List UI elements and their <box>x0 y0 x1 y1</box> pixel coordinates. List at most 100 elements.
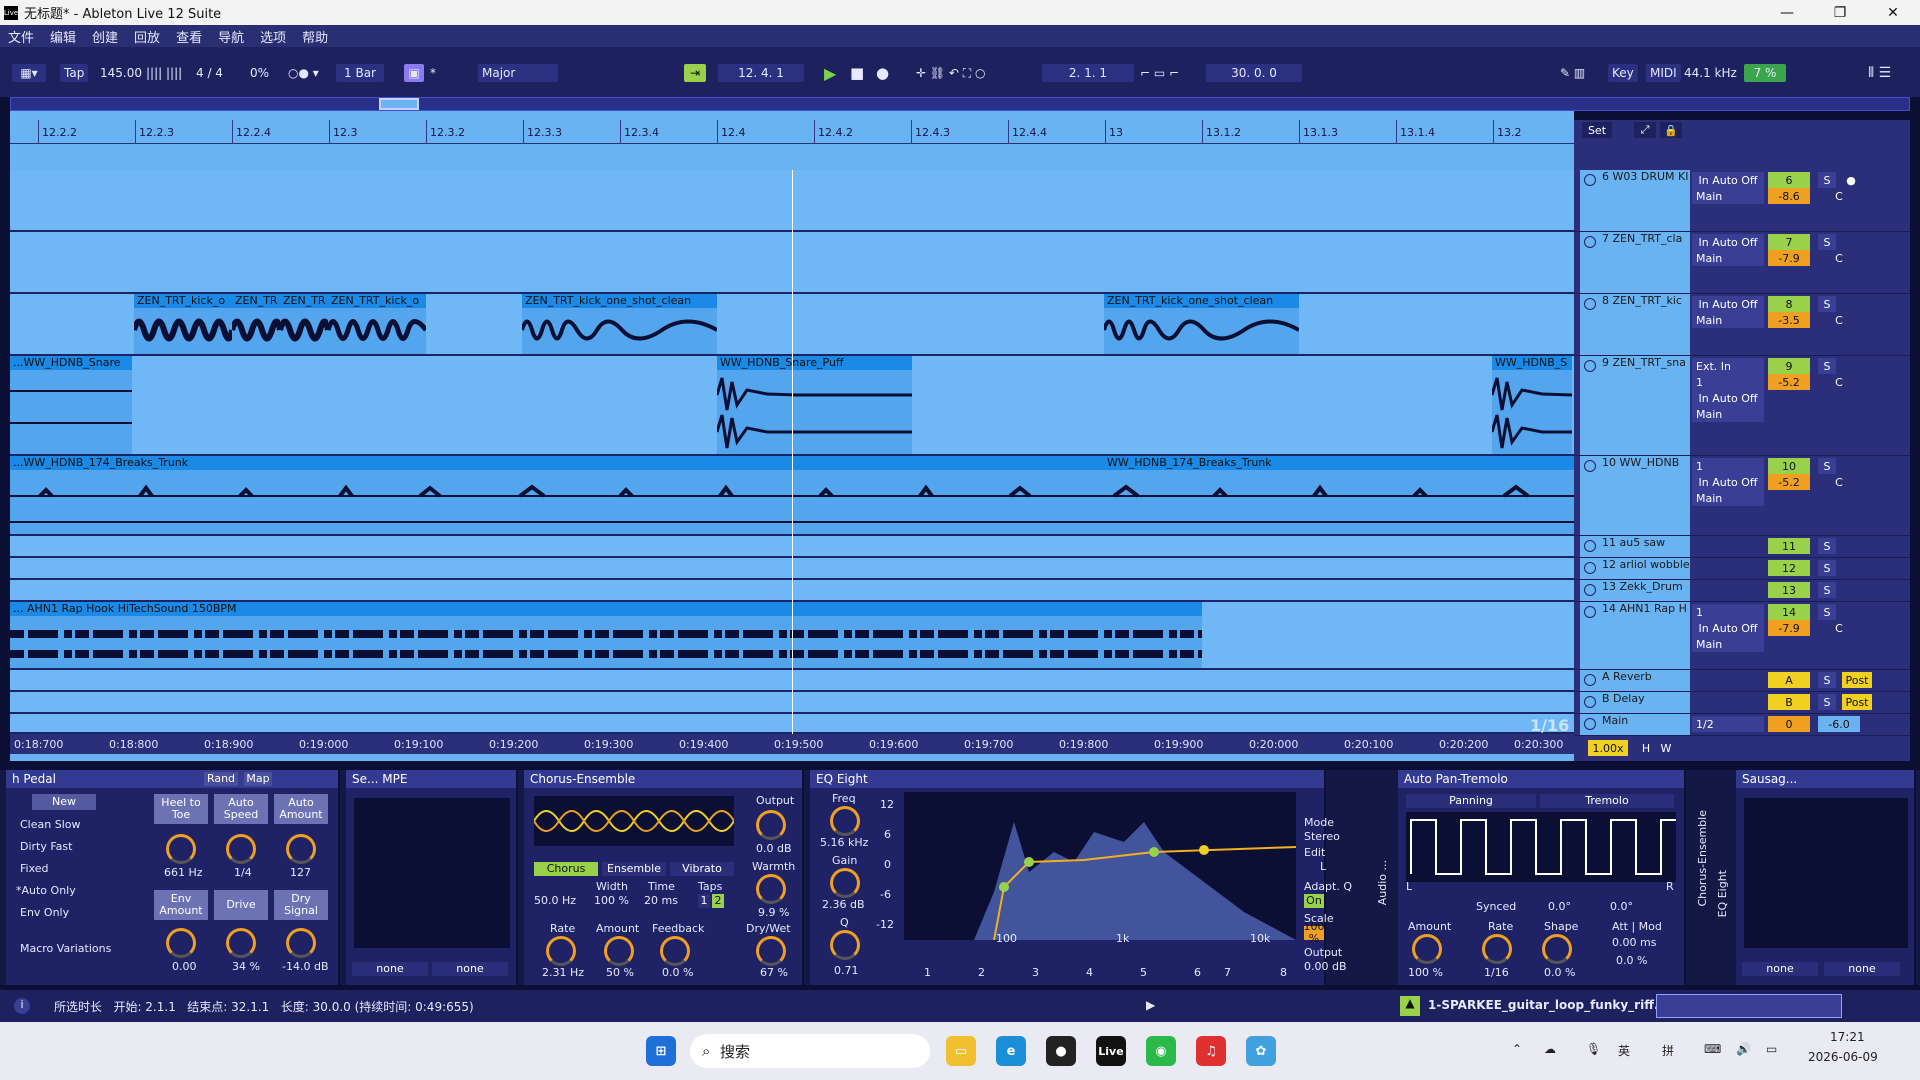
track-activator[interactable]: 10 <box>1768 458 1810 474</box>
fold-icon[interactable] <box>1584 562 1596 574</box>
key-map-button[interactable]: Key <box>1608 64 1638 82</box>
metronome-icon[interactable]: ○● ▾ <box>288 64 319 82</box>
main-volume-field[interactable]: -6.0 <box>1818 716 1860 732</box>
solo-button[interactable]: S <box>1818 604 1836 620</box>
info-icon[interactable]: i <box>14 998 30 1014</box>
tremolo-tab[interactable]: Tremolo <box>1540 794 1674 808</box>
output-select[interactable]: Main <box>1692 636 1764 652</box>
input-channel-select[interactable]: 1 <box>1692 374 1764 390</box>
track-header[interactable]: B Delay <box>1580 692 1690 713</box>
solo-button[interactable]: S <box>1818 538 1836 554</box>
mode-select[interactable]: Stereo <box>1304 830 1340 843</box>
expand-icon[interactable]: ⤢ <box>1634 122 1656 138</box>
att-value[interactable]: 0.00 ms <box>1612 936 1656 949</box>
menu-create[interactable]: 创建 <box>84 27 126 46</box>
output-select[interactable]: 1/2 <box>1692 716 1764 732</box>
h-button[interactable]: H <box>1638 740 1654 756</box>
fold-icon[interactable] <box>1584 360 1596 372</box>
audio-clip[interactable]: WW_HDNB_174_Breaks_Trunk <box>1104 456 1574 534</box>
pan-field[interactable]: C <box>1818 620 1860 636</box>
output-knob[interactable] <box>756 810 786 840</box>
audio-clip[interactable]: ZEN_TRT_kick_one_shot_clean <box>1104 294 1299 354</box>
volume-field[interactable]: -3.5 <box>1768 312 1810 328</box>
follow-icon[interactable]: ⇥ <box>684 64 706 82</box>
amount-knob[interactable] <box>604 936 634 966</box>
amount-knob[interactable] <box>1412 934 1442 964</box>
volume-field[interactable]: -5.2 <box>1768 474 1810 490</box>
band-toggle[interactable]: 1 <box>924 966 931 979</box>
solo-button[interactable]: S <box>1818 172 1836 188</box>
macro-knob[interactable] <box>226 834 256 864</box>
volume-field[interactable]: -8.6 <box>1768 188 1810 204</box>
track-activator[interactable]: 12 <box>1768 560 1810 576</box>
track-header[interactable]: 10 WW_HDNB <box>1580 456 1690 535</box>
monitor-in-auto-off[interactable]: In Auto Off <box>1692 172 1764 188</box>
cloud-icon[interactable]: ☁ <box>1544 1042 1556 1056</box>
variation-item[interactable]: Fixed <box>20 862 49 875</box>
solo-button[interactable]: S <box>1818 296 1836 312</box>
tempo-field[interactable]: 145.00 <box>100 64 142 82</box>
scale-select[interactable]: Major <box>478 64 558 82</box>
audio-clip[interactable]: ZEN_TRT_kick_o <box>134 294 232 354</box>
edge-icon[interactable]: e <box>996 1036 1026 1066</box>
solo-button[interactable]: S <box>1818 560 1836 576</box>
solo-button[interactable]: S <box>1818 234 1836 250</box>
volume-field[interactable]: -5.2 <box>1768 374 1810 390</box>
solo-button[interactable]: S <box>1818 582 1836 598</box>
rate-knob[interactable] <box>1482 934 1512 964</box>
width-value[interactable]: 100 % <box>594 894 629 907</box>
shape-knob[interactable] <box>1542 934 1572 964</box>
track-activator[interactable]: 8 <box>1768 296 1810 312</box>
ableton-live-icon[interactable]: Live <box>1096 1036 1126 1066</box>
sync-select[interactable]: Synced <box>1476 900 1516 913</box>
solo-button[interactable]: S <box>1818 358 1836 374</box>
search-box[interactable]: ⌕ 搜索 <box>690 1034 930 1068</box>
ime-lang[interactable]: 英 <box>1618 1042 1630 1059</box>
macro-knob[interactable] <box>166 834 196 864</box>
variation-item[interactable]: *Auto Only <box>16 884 76 897</box>
ensemble-mode-button[interactable]: Ensemble <box>602 862 666 876</box>
output-value[interactable]: 0.00 dB <box>1304 960 1347 973</box>
menu-help[interactable]: 帮助 <box>294 27 336 46</box>
highpass-value[interactable]: 50.0 Hz <box>534 894 576 907</box>
pan-field[interactable]: C <box>1818 312 1860 328</box>
offset-value[interactable]: 0.0° <box>1610 900 1633 913</box>
track-header[interactable]: 14 AHN1 Rap H <box>1580 602 1690 669</box>
solo-button[interactable]: S <box>1818 672 1836 688</box>
pan-field[interactable]: C <box>1818 374 1860 390</box>
map-button[interactable]: Map <box>244 772 272 786</box>
fold-icon[interactable] <box>1584 696 1596 708</box>
overview-viewport[interactable] <box>379 98 419 110</box>
input-type-select[interactable]: Ext. In <box>1692 358 1764 374</box>
fold-icon[interactable] <box>1584 298 1596 310</box>
output-select[interactable]: Main <box>1692 312 1764 328</box>
track-activator[interactable]: B <box>1768 694 1810 710</box>
app-icon[interactable]: ✿ <box>1246 1036 1276 1066</box>
pan-field[interactable]: C <box>1818 188 1860 204</box>
band-toggle[interactable]: 6 <box>1194 966 1201 979</box>
record-icon[interactable]: ● <box>876 64 889 82</box>
close-button[interactable]: ✕ <box>1868 0 1918 25</box>
audio-clip[interactable]: WW_HDNB_Snare_Puff <box>717 356 912 454</box>
arrangement-position-field[interactable]: 12. 4. 1 <box>718 64 804 82</box>
macro-button[interactable]: Drive <box>214 890 268 920</box>
arrangement-overview[interactable] <box>10 97 1910 111</box>
track-activator[interactable]: 14 <box>1768 604 1810 620</box>
track-header[interactable]: 13 Zekk_Drum <box>1580 580 1690 601</box>
overdub-icon[interactable]: ✛ ⛓ ↶ ⛶ ○ <box>916 64 985 82</box>
track-activator[interactable]: A <box>1768 672 1810 688</box>
lock-icon[interactable]: 🔒 <box>1660 122 1682 138</box>
file-explorer-icon[interactable]: ▭ <box>946 1036 976 1066</box>
macro-knob[interactable] <box>226 928 256 958</box>
band-toggle[interactable]: 5 <box>1140 966 1147 979</box>
macro-button[interactable]: Dry Signal <box>274 890 328 920</box>
mpe-select[interactable]: none <box>432 962 508 976</box>
swing-field[interactable]: 0% <box>250 64 269 82</box>
draw-mode-icon[interactable]: ✎ ▥ <box>1560 64 1585 82</box>
fold-icon[interactable] <box>1584 174 1596 186</box>
variation-item[interactable]: Env Only <box>20 906 69 919</box>
audio-clip[interactable]: ...WW_HDNB_174_Breaks_Trunk <box>10 456 1104 534</box>
macro-button[interactable]: Heel to Toe <box>154 794 208 824</box>
monitor-in-auto-off[interactable]: In Auto Off <box>1692 474 1764 490</box>
play-icon[interactable]: ▶ <box>824 64 836 83</box>
